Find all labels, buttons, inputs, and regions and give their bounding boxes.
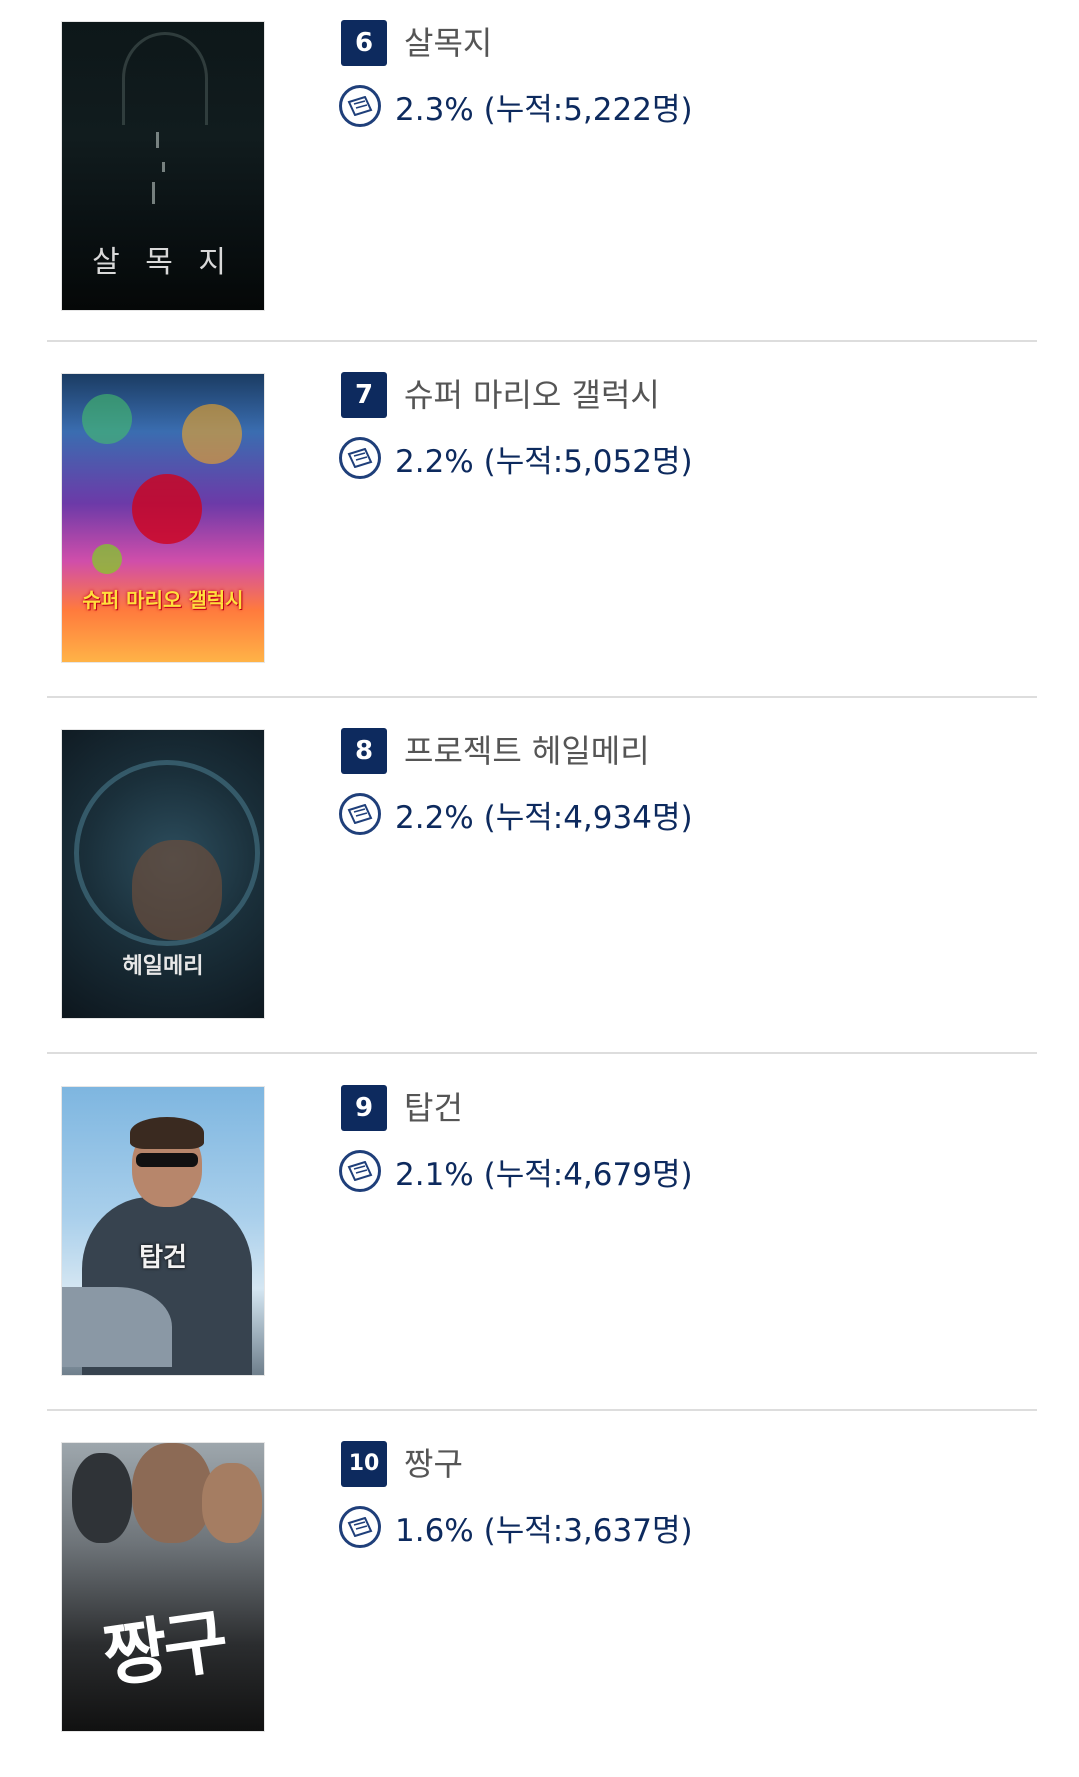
poster-title: 살 목 지: [92, 245, 234, 280]
movie-poster[interactable]: 탑건: [62, 1087, 264, 1375]
divider: [47, 696, 1037, 698]
poster-art: [122, 32, 208, 125]
rank-badge: 10: [341, 1441, 387, 1487]
share-percent: 2.3%: [395, 91, 474, 128]
poster-art: [162, 162, 165, 172]
divider: [47, 1052, 1037, 1054]
cumulative-audience: (누적:5,222명): [483, 91, 693, 128]
poster-image: 살 목 지: [62, 22, 264, 310]
share-percent: 1.6%: [395, 1512, 474, 1549]
list-item[interactable]: 짱구 10 짱구 1.6% (누적:3,637명): [0, 1421, 1079, 1777]
share-percent: 2.2%: [395, 443, 474, 480]
audience-share: 2.2% (누적:4,934명): [395, 792, 693, 837]
ticket-icon: [339, 1150, 381, 1192]
poster-art: [136, 1153, 198, 1167]
poster-title: 슈퍼 마리오 갤럭시: [82, 588, 244, 612]
movie-title[interactable]: 짱구: [404, 1441, 463, 1487]
poster-art: [132, 1443, 212, 1543]
poster-art: [62, 1287, 172, 1367]
ticket-icon: [339, 793, 381, 835]
poster-art: [182, 404, 242, 464]
audience-share: 1.6% (누적:3,637명): [395, 1505, 693, 1550]
movie-poster[interactable]: 짱구: [62, 1443, 264, 1731]
movie-poster[interactable]: 헤일메리: [62, 730, 264, 1018]
audience-stat: 1.6% (누적:3,637명): [339, 1503, 693, 1551]
rank-badge: 9: [341, 1085, 387, 1131]
audience-stat: 2.1% (누적:4,679명): [339, 1147, 693, 1195]
movie-title[interactable]: 살목지: [404, 20, 492, 66]
audience-stat: 2.2% (누적:4,934명): [339, 790, 693, 838]
poster-art: [132, 474, 202, 544]
movie-title[interactable]: 프로젝트 헤일메리: [404, 728, 650, 774]
poster-art: [82, 394, 132, 444]
list-item[interactable]: 탑건 9 탑건 2.1% (누적:4,679명): [0, 1065, 1079, 1421]
movie-title[interactable]: 슈퍼 마리오 갤럭시: [404, 372, 660, 418]
share-percent: 2.1%: [395, 1156, 474, 1193]
movie-poster[interactable]: 슈퍼 마리오 갤럭시: [62, 374, 264, 662]
audience-share: 2.1% (누적:4,679명): [395, 1149, 693, 1194]
list-item[interactable]: 살 목 지 6 살목지 2.3% (누적:5,222명): [0, 0, 1079, 356]
rank-badge: 6: [341, 20, 387, 66]
poster-art: [132, 840, 222, 940]
divider: [47, 340, 1037, 342]
poster-art: [152, 182, 155, 204]
rank-badge: 7: [341, 372, 387, 418]
poster-art: [202, 1463, 262, 1543]
audience-share: 2.2% (누적:5,052명): [395, 436, 693, 481]
audience-share: 2.3% (누적:5,222명): [395, 84, 693, 129]
movie-poster[interactable]: 살 목 지: [62, 22, 264, 310]
poster-image: 짱구: [62, 1443, 264, 1731]
ticket-icon: [339, 85, 381, 127]
ticket-icon: [339, 1506, 381, 1548]
list-item[interactable]: 헤일메리 8 프로젝트 헤일메리 2.2% (누적:4,934명): [0, 708, 1079, 1064]
poster-title: 짱구: [98, 1598, 230, 1698]
list-item[interactable]: 슈퍼 마리오 갤럭시 7 슈퍼 마리오 갤럭시 2.2% (누적:5,052명): [0, 352, 1079, 708]
audience-stat: 2.2% (누적:5,052명): [339, 434, 693, 482]
poster-art: [156, 132, 159, 148]
cumulative-audience: (누적:5,052명): [483, 443, 693, 480]
cumulative-audience: (누적:4,934명): [483, 799, 693, 836]
poster-art: [92, 544, 122, 574]
poster-art: [72, 1453, 132, 1543]
divider: [47, 1409, 1037, 1411]
ticket-icon: [339, 437, 381, 479]
cumulative-audience: (누적:3,637명): [483, 1512, 693, 1549]
audience-stat: 2.3% (누적:5,222명): [339, 82, 693, 130]
poster-image: 슈퍼 마리오 갤럭시: [62, 374, 264, 662]
movie-title[interactable]: 탑건: [404, 1085, 463, 1131]
poster-title: 탑건: [139, 1243, 187, 1273]
cumulative-audience: (누적:4,679명): [483, 1156, 693, 1193]
poster-image: 탑건: [62, 1087, 264, 1375]
poster-image: 헤일메리: [62, 730, 264, 1018]
share-percent: 2.2%: [395, 799, 474, 836]
rank-badge: 8: [341, 728, 387, 774]
poster-title: 헤일메리: [122, 954, 204, 979]
poster-art: [130, 1117, 204, 1149]
